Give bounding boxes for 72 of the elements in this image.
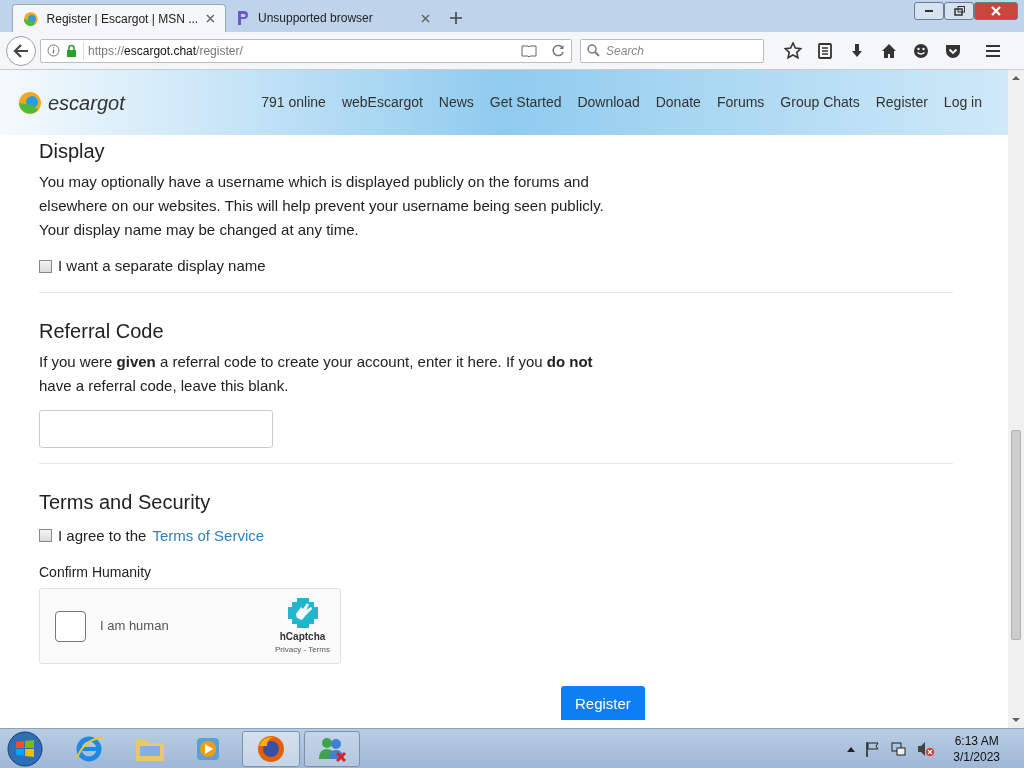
search-input[interactable]: Search [606, 41, 757, 60]
nav-link[interactable]: Get Started [489, 92, 562, 113]
captcha-widget[interactable]: I am human hCaptcha Privacy - Terms [39, 588, 341, 664]
terms-link[interactable]: Terms of Service [152, 524, 265, 547]
checkbox[interactable] [39, 529, 52, 543]
scrollbar[interactable] [1008, 70, 1024, 728]
search-icon [587, 44, 600, 57]
back-button[interactable] [6, 35, 36, 66]
nav-link[interactable]: webEscargot [341, 92, 423, 113]
flag-icon[interactable] [865, 740, 882, 757]
nav-link[interactable]: Donate [655, 92, 701, 113]
nav-link[interactable]: Log in [943, 92, 982, 113]
checkbox-label: I agree to the [58, 525, 147, 546]
close-icon[interactable] [421, 13, 430, 23]
search-field[interactable]: Search [580, 38, 764, 63]
p-logo-icon [236, 10, 250, 26]
reload-icon[interactable] [551, 43, 565, 58]
lock-icon[interactable] [66, 44, 77, 57]
close-icon[interactable] [206, 14, 215, 23]
minimize-icon [925, 10, 933, 12]
close-button[interactable] [974, 2, 1018, 20]
network-icon[interactable] [891, 740, 908, 757]
taskbar-button[interactable] [242, 730, 300, 767]
section-description: If you were given a referral code to create your account, enter it here. If you do not have a referral code, leave this blank. [39, 351, 594, 396]
nav-link[interactable]: Register [875, 92, 928, 113]
address-bar[interactable]: https://escargot.chat/register/ [40, 38, 572, 63]
captcha-label: Confirm Humanity [39, 563, 153, 582]
minimize-button[interactable] [914, 2, 944, 20]
taskbar-button[interactable] [304, 730, 360, 767]
register-button[interactable]: Register [561, 686, 645, 720]
site-logo-text[interactable]: escargot [48, 87, 125, 118]
info-icon[interactable] [47, 44, 60, 57]
captcha-text: I am human [100, 617, 169, 636]
section-description: You may optionally have a username which is displayed publicly on the forums and elsewhere on our websites. This will help prevent your username being seen publicly. Your display name may be changed at any time. [39, 172, 605, 240]
captcha-links[interactable]: Privacy - Terms [275, 643, 330, 656]
clock-date[interactable]: 3/1/2023 [953, 748, 1000, 765]
star-icon[interactable] [784, 41, 802, 60]
close-icon [991, 6, 1001, 16]
referral-code-field[interactable] [39, 409, 273, 448]
clock-time[interactable]: 6:13 AM [954, 732, 999, 749]
start-button[interactable] [6, 729, 44, 768]
smiley-icon[interactable] [912, 41, 930, 60]
online-count-link[interactable]: 791 online [261, 92, 326, 113]
firefox-icon [256, 733, 286, 764]
browser-tab[interactable]: Register | Escargot | MSN ... [12, 4, 226, 32]
nav-link[interactable]: News [438, 92, 474, 113]
restore-icon [953, 6, 965, 16]
hand-logo-icon [286, 596, 319, 629]
scroll-down-icon[interactable] [1012, 716, 1020, 724]
back-arrow-icon [13, 43, 29, 58]
scroll-up-icon[interactable] [1012, 74, 1020, 82]
show-hidden-icons-icon[interactable] [847, 745, 856, 752]
section-heading: Referral Code [39, 318, 165, 344]
nav-link[interactable]: Forums [716, 92, 765, 113]
nav-link[interactable]: Download [577, 92, 640, 113]
section-heading: Display [39, 139, 106, 164]
restore-button[interactable] [944, 2, 974, 20]
logo-icon [23, 10, 39, 27]
list-icon[interactable] [816, 41, 834, 60]
section-heading: Terms and Security [39, 489, 212, 515]
home-icon[interactable] [880, 41, 898, 60]
captcha-brand: hCaptcha [279, 629, 326, 644]
url-text: https://escargot.chat/register/ [83, 41, 515, 60]
scrollbar-thumb[interactable] [1011, 430, 1021, 640]
checkbox-label: I want a separate display name [58, 256, 266, 276]
captcha-checkbox[interactable] [55, 610, 86, 642]
browser-tab[interactable]: Unsupported browser [226, 4, 440, 32]
muted-speaker-icon[interactable] [917, 740, 936, 757]
new-tab-icon[interactable] [450, 12, 462, 24]
nav-link[interactable]: Group Chats [780, 92, 860, 113]
reader-view-icon[interactable] [521, 44, 537, 57]
checkbox[interactable] [39, 259, 52, 273]
